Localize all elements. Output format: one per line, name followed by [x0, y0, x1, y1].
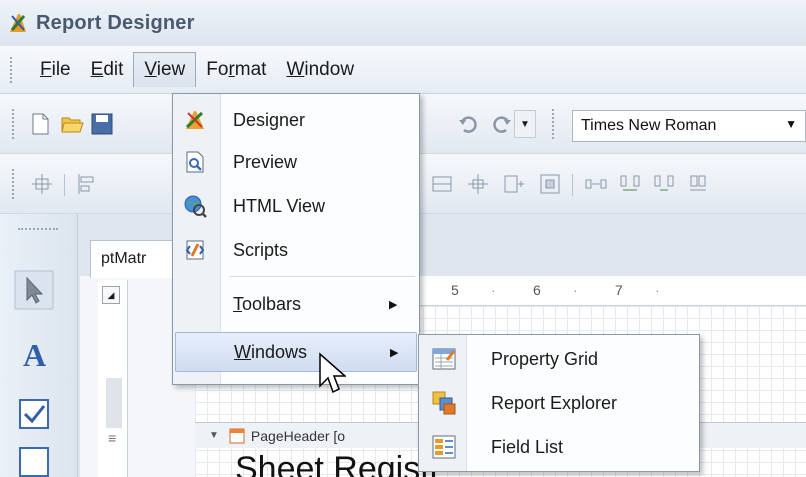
- scripts-icon: [185, 240, 205, 260]
- menu-bar: File Edit View Format Window: [0, 46, 806, 94]
- font-family-combo[interactable]: Times New Roman ▼: [572, 110, 806, 142]
- property-grid-icon: [432, 348, 456, 370]
- remove-spacing-icon[interactable]: [686, 172, 710, 196]
- undo-icon[interactable]: [456, 112, 480, 136]
- menu-item-field-list[interactable]: Field List: [421, 427, 697, 467]
- menu-format[interactable]: Format: [196, 53, 276, 87]
- decrease-spacing-icon[interactable]: [652, 172, 676, 196]
- ruler-dot: ·: [655, 282, 660, 298]
- new-document-icon[interactable]: [28, 112, 52, 136]
- toolbox-grip[interactable]: [18, 228, 58, 234]
- title-bar: Report Designer: [0, 0, 806, 46]
- window-title: Report Designer: [36, 11, 195, 34]
- toolbar-separator: [572, 174, 573, 196]
- size-to-grid-icon[interactable]: [430, 172, 454, 196]
- preview-icon: [186, 151, 204, 173]
- redo-dropdown-arrow[interactable]: ▼: [514, 110, 536, 138]
- mouse-cursor-icon: [319, 352, 346, 394]
- ruler-dot: ·: [491, 282, 496, 298]
- designer-icon: [185, 111, 204, 129]
- svg-text:A: A: [23, 337, 46, 373]
- submenu-arrow-icon: ▶: [390, 346, 399, 359]
- menu-item-toolbars[interactable]: Toolbars ▶: [175, 284, 417, 324]
- submenu-arrow-icon: ▶: [389, 298, 398, 311]
- report-title-textbox[interactable]: Sheet Registr: [235, 450, 441, 477]
- menu-item-windows[interactable]: Windows ▶: [175, 332, 417, 372]
- menu-edit[interactable]: Edit: [81, 53, 134, 87]
- report-explorer-icon: [432, 391, 456, 415]
- increase-spacing-icon[interactable]: [618, 172, 642, 196]
- label-tool-icon[interactable]: A: [14, 334, 54, 374]
- menu-item-scripts[interactable]: Scripts: [175, 230, 417, 270]
- html-view-icon: [184, 195, 207, 218]
- collapse-triangle-icon[interactable]: ▼: [209, 430, 219, 441]
- menu-separator: [229, 276, 415, 277]
- center-horizontally-icon[interactable]: [466, 172, 490, 196]
- redo-icon[interactable]: [490, 112, 514, 136]
- align-to-grid-icon[interactable]: [30, 172, 54, 196]
- toolbar-grip[interactable]: [12, 109, 18, 139]
- textbox-tool-icon[interactable]: [14, 442, 54, 477]
- toolbar-separator: [64, 174, 65, 196]
- windows-submenu: Property Grid Report Explorer Field List: [418, 334, 700, 472]
- ruler-corner-icon[interactable]: ◢: [102, 286, 120, 304]
- ruler-dot: ·: [573, 282, 578, 298]
- app-logo-icon: [10, 14, 26, 32]
- send-to-back-icon[interactable]: [538, 172, 562, 196]
- menu-file[interactable]: File: [30, 53, 81, 87]
- horizontal-spacing-icon[interactable]: [584, 172, 608, 196]
- field-list-icon: [432, 435, 456, 459]
- menubar-grip[interactable]: [10, 56, 16, 83]
- menu-view[interactable]: View: [133, 52, 197, 87]
- view-menu-dropdown: Designer Preview HTML View Scripts Toolb…: [172, 93, 420, 385]
- ruler-marker: [106, 378, 122, 428]
- page-header-icon: [229, 428, 245, 443]
- ruler-number: 7: [615, 282, 623, 298]
- save-icon[interactable]: [90, 112, 114, 136]
- ruler-number: 5: [451, 282, 459, 298]
- menu-window[interactable]: Window: [276, 53, 364, 87]
- toolbar-grip[interactable]: [12, 169, 18, 199]
- vertical-ruler: ◢ ≡: [98, 280, 128, 477]
- ruler-number: 6: [533, 282, 541, 298]
- bring-to-front-icon[interactable]: [502, 172, 526, 196]
- toolbar-grip[interactable]: [552, 109, 558, 139]
- align-left-icon[interactable]: [76, 172, 100, 196]
- toolbox-panel: A: [0, 214, 78, 477]
- chevron-down-icon: ▼: [785, 117, 797, 131]
- pointer-tool-icon[interactable]: [14, 270, 54, 310]
- menu-item-designer[interactable]: Designer: [175, 100, 417, 140]
- menu-item-preview[interactable]: Preview: [175, 142, 417, 182]
- open-folder-icon[interactable]: [60, 112, 84, 136]
- menu-item-property-grid[interactable]: Property Grid: [421, 339, 697, 379]
- checkbox-tool-icon[interactable]: [14, 394, 54, 434]
- band-grip-icon[interactable]: ≡: [108, 430, 116, 446]
- menu-item-report-explorer[interactable]: Report Explorer: [421, 383, 697, 423]
- menu-item-html-view[interactable]: HTML View: [175, 186, 417, 226]
